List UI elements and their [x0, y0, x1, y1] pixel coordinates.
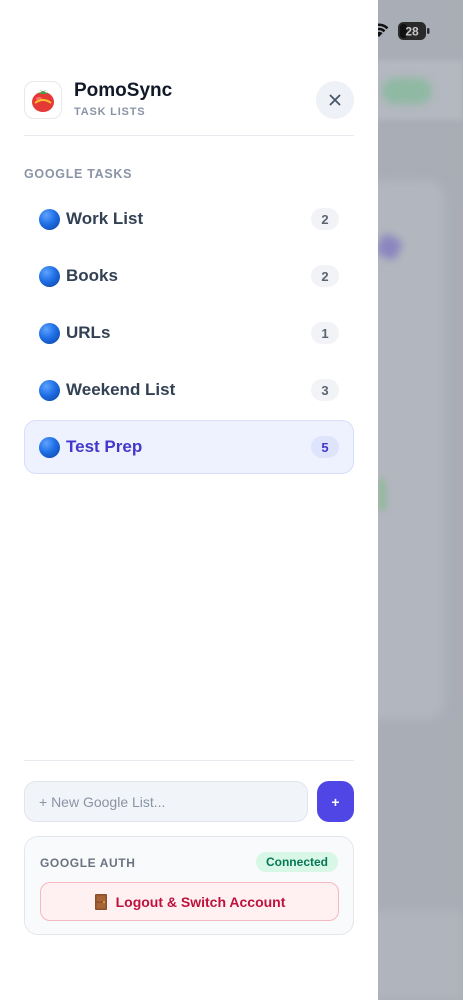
logout-button[interactable]: Logout & Switch Account [40, 882, 339, 921]
blue-circle-icon [39, 322, 60, 344]
list-item-label: Test Prep [66, 437, 143, 456]
list-item-count: 2 [311, 208, 339, 230]
list-item-count: 2 [311, 265, 339, 287]
list-item-label: URLs [66, 323, 111, 342]
list-item-count: 5 [311, 436, 339, 458]
app-name: PomoSync [74, 80, 173, 101]
add-list-button[interactable]: + [317, 781, 354, 822]
blue-circle-icon [39, 379, 60, 401]
blue-circle-icon [39, 436, 60, 458]
list-item-label: Books [66, 266, 118, 285]
close-icon [329, 94, 341, 106]
door-icon [94, 893, 107, 910]
task-lists-drawer: PomoSync TASK LISTS GOOGLE TASKS Work Li… [0, 0, 378, 1000]
list-item-label: Work List [66, 209, 144, 228]
app-subtitle: TASK LISTS [74, 106, 146, 118]
task-list: Work List 2 Books 2 URLs 1 Weekend List … [24, 192, 354, 477]
list-item-weekend-list[interactable]: Weekend List 3 [24, 363, 354, 417]
list-item-books[interactable]: Books 2 [24, 249, 354, 303]
google-auth-card: GOOGLE AUTH Connected Logout & Switch Ac… [24, 836, 354, 935]
list-item-work-list[interactable]: Work List 2 [24, 192, 354, 246]
list-item-test-prep[interactable]: Test Prep 5 [24, 420, 354, 474]
auth-label: GOOGLE AUTH [40, 856, 136, 870]
background-accent-green [378, 480, 386, 510]
list-item-label: Weekend List [66, 380, 176, 399]
close-button[interactable] [316, 81, 354, 119]
blue-circle-icon [39, 265, 60, 287]
drawer-header: PomoSync TASK LISTS [24, 80, 354, 136]
background-pill [382, 78, 432, 104]
list-item-urls[interactable]: URLs 1 [24, 306, 354, 360]
logout-label: Logout & Switch Account [115, 893, 286, 910]
section-label: GOOGLE TASKS [24, 167, 133, 181]
list-item-count: 1 [311, 322, 339, 344]
tomato-icon [24, 81, 62, 119]
new-list-input[interactable] [24, 781, 308, 822]
footer-divider [24, 760, 354, 761]
blue-circle-icon [39, 208, 60, 230]
status-badge: Connected [255, 852, 338, 872]
list-item-count: 3 [311, 379, 339, 401]
